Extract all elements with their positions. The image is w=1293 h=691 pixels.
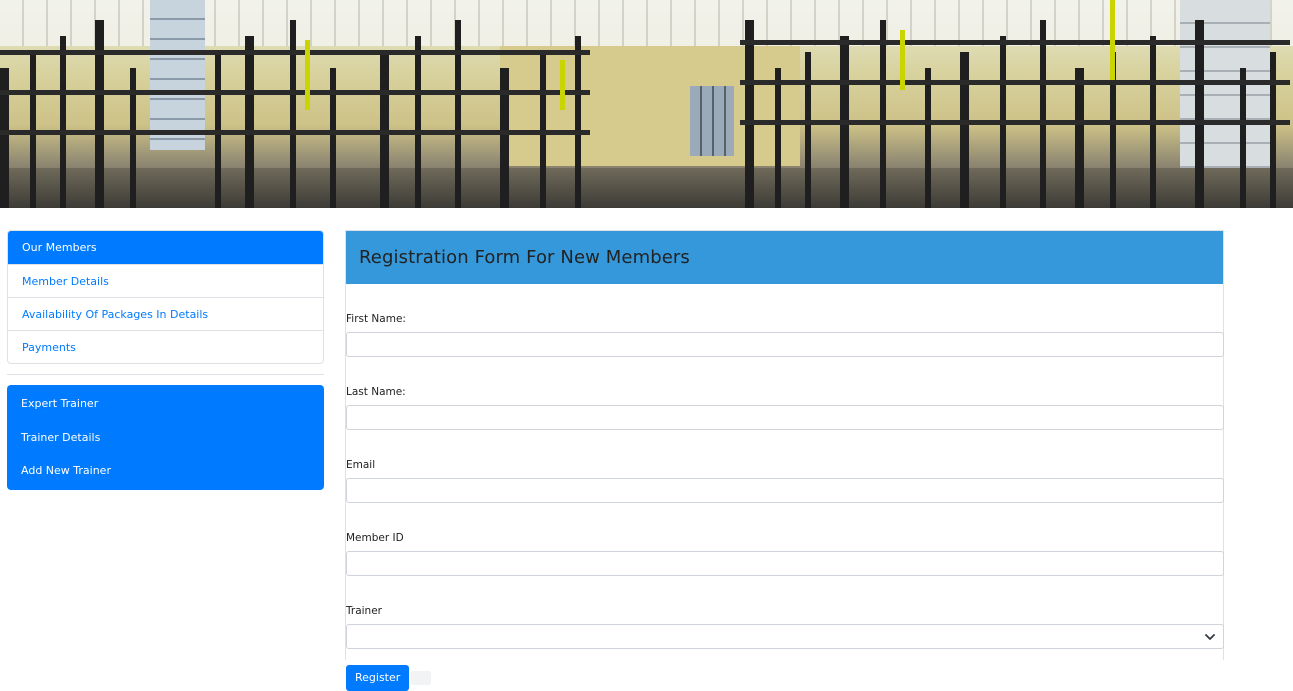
button-shadow bbox=[411, 671, 432, 685]
rack-post bbox=[745, 20, 754, 208]
trainer-label: Trainer bbox=[346, 605, 382, 617]
panel-header: Registration Form For New Members bbox=[346, 231, 1223, 284]
rack-post bbox=[95, 20, 104, 208]
gym-banner-image bbox=[0, 0, 1293, 208]
member-id-input[interactable] bbox=[346, 551, 1224, 576]
trainer-nav-group: Expert Trainer Trainer Details Add New T… bbox=[7, 385, 324, 490]
rack-post bbox=[1075, 68, 1084, 208]
rack-post bbox=[1270, 52, 1276, 208]
rack-post bbox=[575, 36, 581, 208]
rack-post bbox=[805, 52, 811, 208]
registration-form: First Name: Last Name: Email Member ID T… bbox=[346, 311, 1224, 691]
rack-post bbox=[130, 68, 136, 208]
rack-crossbar bbox=[740, 40, 1290, 45]
rack-post bbox=[880, 20, 886, 208]
last-name-label: Last Name: bbox=[346, 386, 406, 398]
rack-post bbox=[330, 68, 336, 208]
first-name-label: First Name: bbox=[346, 313, 406, 325]
nav-payments[interactable]: Payments bbox=[8, 330, 323, 363]
rack-post bbox=[1195, 20, 1204, 208]
email-input[interactable] bbox=[346, 478, 1224, 503]
rack-crossbar bbox=[0, 90, 590, 95]
rack-post bbox=[1240, 68, 1246, 208]
rack-post bbox=[925, 68, 931, 208]
rack-post bbox=[245, 36, 254, 208]
nav-member-details[interactable]: Member Details bbox=[8, 264, 323, 297]
member-id-label: Member ID bbox=[346, 532, 404, 544]
rack-post bbox=[960, 52, 969, 208]
rack-crossbar bbox=[0, 130, 590, 135]
rack-post bbox=[0, 68, 9, 208]
rack-crossbar bbox=[740, 80, 1290, 85]
rack-post bbox=[290, 20, 296, 208]
resistance-band bbox=[560, 60, 565, 110]
register-button[interactable]: Register bbox=[346, 665, 410, 691]
registration-panel: Registration Form For New Members First … bbox=[345, 230, 1224, 691]
first-name-input[interactable] bbox=[346, 332, 1224, 357]
rack-post bbox=[775, 68, 781, 208]
sidebar-divider bbox=[7, 374, 324, 375]
resistance-band bbox=[305, 40, 310, 110]
form-title: Registration Form For New Members bbox=[359, 247, 690, 268]
last-name-input[interactable] bbox=[346, 405, 1224, 430]
nav-expert-trainer[interactable]: Expert Trainer bbox=[7, 387, 324, 421]
sidebar: Our Members Member Details Availability … bbox=[7, 230, 324, 490]
rack-crossbar bbox=[740, 120, 1290, 125]
banner-window-right bbox=[1180, 0, 1270, 180]
rack-post bbox=[500, 68, 509, 208]
email-label: Email bbox=[346, 459, 376, 471]
nav-our-members[interactable]: Our Members bbox=[8, 231, 323, 264]
chevron-down-icon bbox=[1205, 634, 1215, 640]
nav-add-new-trainer[interactable]: Add New Trainer bbox=[7, 454, 324, 488]
rack-crossbar bbox=[0, 50, 590, 55]
resistance-band bbox=[1110, 0, 1115, 80]
banner-floor bbox=[0, 168, 1293, 208]
form-actions: Register bbox=[346, 665, 1223, 691]
nav-package-availability[interactable]: Availability Of Packages In Details bbox=[8, 297, 323, 330]
nav-trainer-details[interactable]: Trainer Details bbox=[7, 421, 324, 455]
banner-window-left bbox=[150, 0, 205, 150]
trainer-select[interactable] bbox=[346, 624, 1224, 649]
members-nav-group: Our Members Member Details Availability … bbox=[7, 230, 324, 364]
resistance-band bbox=[900, 30, 905, 90]
rack-post bbox=[415, 36, 421, 208]
banner-window-center bbox=[690, 86, 734, 156]
rack-post bbox=[1040, 20, 1046, 208]
rack-post bbox=[60, 36, 66, 208]
rack-post bbox=[455, 20, 461, 208]
